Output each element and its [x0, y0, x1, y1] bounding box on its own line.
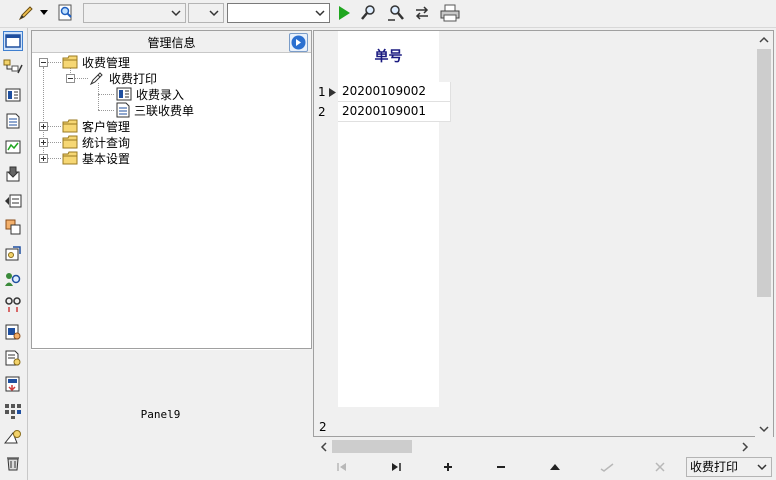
cancel-record-button[interactable]	[635, 458, 685, 476]
tree-node-label: 收费管理	[82, 55, 131, 70]
link-icon[interactable]	[3, 295, 23, 315]
window-icon[interactable]	[3, 31, 23, 51]
horizontal-scroll-thumb[interactable]	[332, 440, 412, 453]
row-count: 2	[319, 420, 327, 434]
settings-icon[interactable]	[3, 243, 23, 263]
search-user-icon[interactable]	[3, 269, 23, 289]
tree-icon[interactable]	[3, 58, 23, 78]
edit-record-button[interactable]	[530, 458, 580, 476]
left-icon-bar	[0, 28, 28, 480]
expand-toggle[interactable]	[39, 122, 48, 131]
tree-node-charge-entry[interactable]: 收费录入	[116, 86, 184, 102]
expand-toggle[interactable]	[39, 58, 48, 67]
tree-node-label: 客户管理	[82, 119, 131, 134]
chevron-down-icon	[315, 10, 325, 17]
tree-panel-title: 管理信息	[147, 36, 196, 50]
import-icon[interactable]	[3, 374, 23, 394]
folder-icon	[62, 135, 78, 149]
minus-icon	[497, 466, 505, 468]
toolbar-combo-1[interactable]	[83, 3, 186, 23]
nav-forward-button[interactable]	[289, 33, 308, 52]
copy-icon[interactable]	[3, 217, 23, 237]
find-icon[interactable]	[359, 3, 379, 23]
doc-icon[interactable]	[3, 111, 23, 131]
expand-toggle[interactable]	[66, 74, 75, 83]
cancel-x-icon	[655, 462, 665, 472]
scroll-up-icon[interactable]	[755, 32, 773, 48]
toolbar-combo-2[interactable]	[188, 3, 224, 23]
form-icon	[116, 87, 132, 101]
form-select-value: 收费打印	[690, 460, 739, 474]
up-triangle-icon	[550, 464, 560, 470]
post-record-button[interactable]	[582, 458, 632, 476]
check-icon	[600, 463, 614, 472]
main-toolbar	[0, 0, 776, 28]
doc-icon	[116, 102, 130, 118]
tree-node-label: 统计查询	[82, 135, 131, 150]
form-select[interactable]: 收费打印	[686, 457, 772, 477]
grid-icon[interactable]	[3, 401, 23, 421]
pencil-icon[interactable]	[16, 3, 36, 23]
data-grid: 单号 1 20200109002 2 20200109001 2	[313, 30, 774, 456]
card-icon[interactable]	[3, 85, 23, 105]
expand-toggle[interactable]	[39, 154, 48, 163]
current-row-arrow-icon	[328, 87, 336, 97]
expand-toggle[interactable]	[39, 138, 48, 147]
find-next-icon[interactable]	[386, 3, 406, 23]
chevron-down-icon	[171, 10, 181, 17]
tree-node-charge-print[interactable]: 收费打印	[89, 70, 157, 86]
chevron-down-icon	[757, 464, 767, 471]
folder-icon	[62, 151, 78, 165]
tree-node-customer-management[interactable]: 客户管理	[62, 118, 130, 134]
tree-node-basic-settings[interactable]: 基本设置	[62, 150, 130, 166]
scroll-down-icon[interactable]	[755, 421, 773, 437]
print-icon[interactable]	[440, 3, 460, 23]
tree-node-triplicate-receipt[interactable]: 三联收费单	[116, 102, 194, 118]
pen-icon	[89, 72, 103, 86]
toolbar-combo-3[interactable]	[227, 3, 330, 23]
panel9-caption: Panel9	[140, 408, 181, 421]
panel9: Panel9	[31, 349, 290, 480]
row-number: 1	[318, 85, 326, 99]
inbox-icon[interactable]	[3, 164, 23, 184]
first-record-button[interactable]	[317, 458, 367, 476]
export-icon[interactable]	[3, 191, 23, 211]
table-cell[interactable]: 20200109002	[338, 82, 451, 102]
chevron-down-icon	[209, 10, 219, 17]
panel-splitter[interactable]	[290, 349, 312, 480]
row-number: 2	[318, 105, 326, 119]
trash-icon[interactable]	[3, 453, 23, 473]
last-record-icon	[392, 463, 401, 471]
folder-icon	[62, 55, 78, 69]
first-record-icon	[337, 463, 346, 471]
tree-node-label: 收费录入	[136, 87, 185, 102]
table-cell[interactable]: 20200109001	[338, 102, 451, 122]
row-indicator: 2	[314, 102, 338, 122]
tree-panel: 管理信息 收费管理 收费打印 收费录入 三联收费单 客户管理 统计查询 基本设置	[31, 30, 312, 349]
plus-icon	[444, 463, 452, 471]
last-record-button[interactable]	[371, 458, 421, 476]
column-header-number[interactable]: 单号	[338, 31, 439, 81]
tree-node-statistics-query[interactable]: 统计查询	[62, 134, 130, 150]
tree-node-label: 基本设置	[82, 151, 131, 166]
tools-icon[interactable]	[3, 427, 23, 447]
chart-icon[interactable]	[3, 137, 23, 157]
run-icon[interactable]	[334, 3, 354, 23]
magnify-doc-icon[interactable]	[56, 3, 76, 23]
dropdown-arrow-icon[interactable]	[38, 3, 50, 23]
form-icon[interactable]	[3, 322, 23, 342]
row-indicator: 1	[314, 82, 338, 102]
tree-node-label: 收费打印	[109, 71, 158, 86]
tree-node-label: 三联收费单	[134, 103, 195, 118]
tree-node-charge-management[interactable]: 收费管理	[62, 54, 130, 70]
report-icon[interactable]	[3, 348, 23, 368]
record-navigator: 收费打印	[313, 454, 774, 480]
tree-panel-header: 管理信息	[32, 31, 311, 53]
refresh-icon[interactable]	[412, 3, 432, 23]
vertical-scroll-thumb[interactable]	[757, 49, 771, 297]
delete-record-button[interactable]	[476, 458, 526, 476]
insert-record-button[interactable]	[423, 458, 473, 476]
chevron-right-circle-icon	[291, 35, 306, 50]
folder-icon	[62, 119, 78, 133]
